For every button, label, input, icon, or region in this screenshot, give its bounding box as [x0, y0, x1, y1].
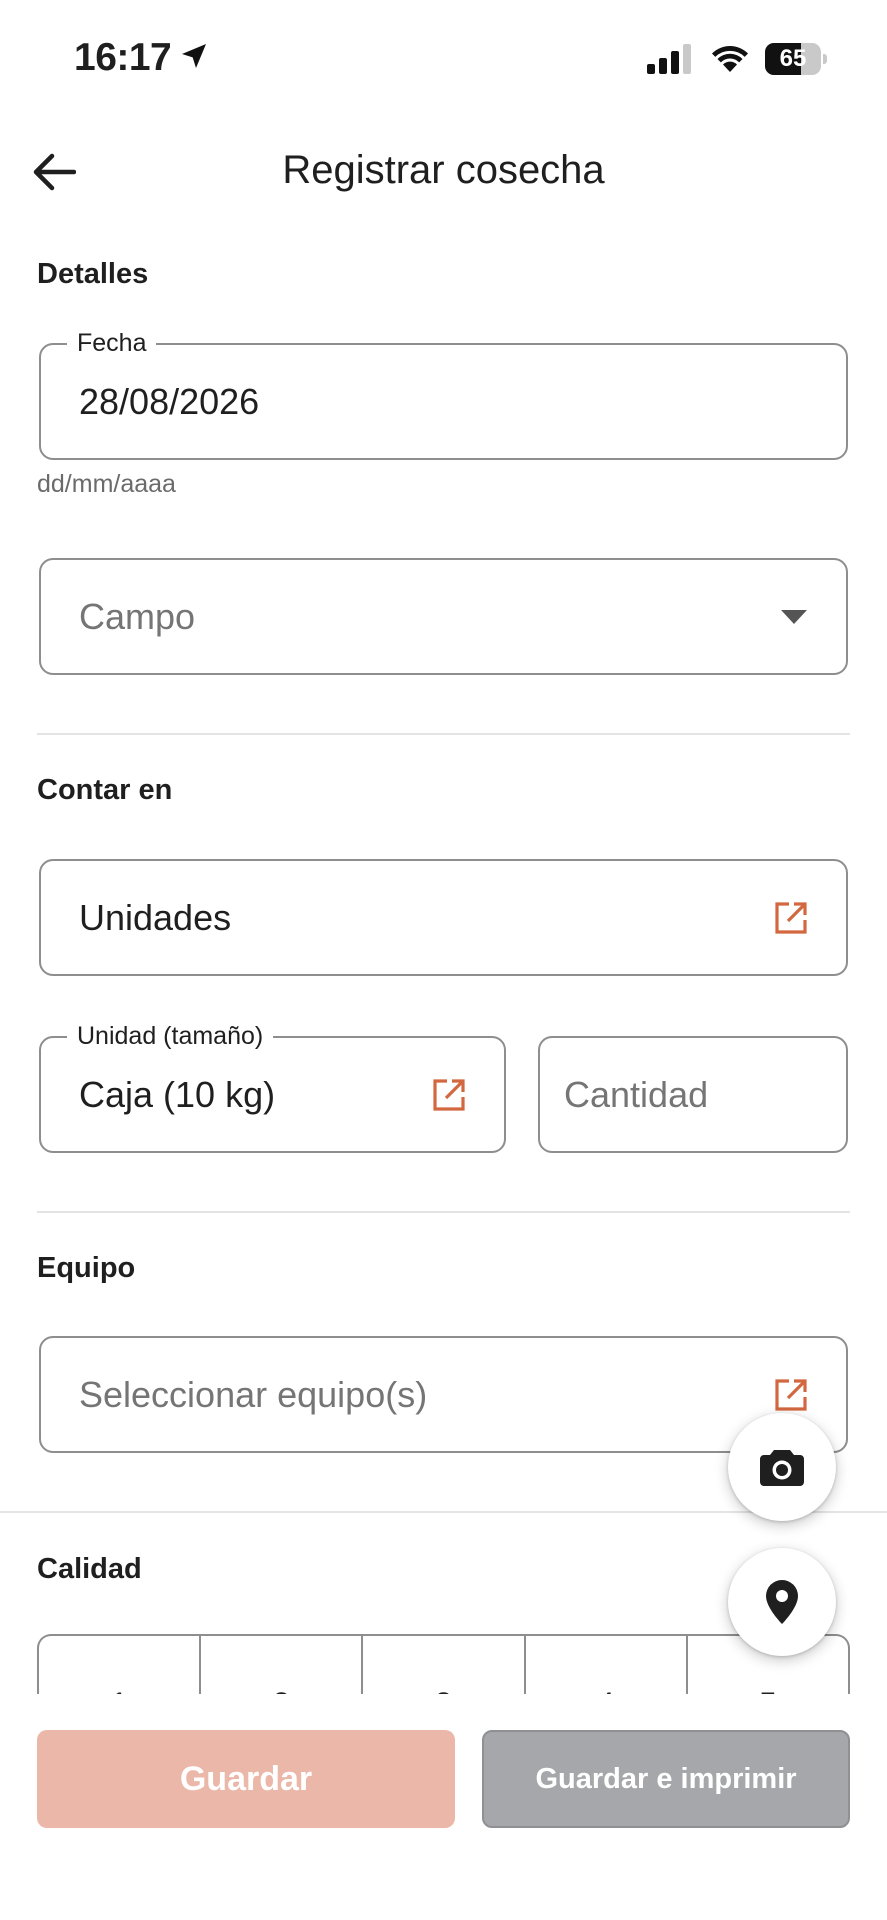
quantity-placeholder: Cantidad	[564, 1073, 709, 1115]
section-title-details: Detalles	[37, 258, 149, 290]
team-select[interactable]: Seleccionar equipo(s)	[39, 1336, 848, 1453]
open-external-icon[interactable]	[774, 1378, 808, 1412]
page-title: Registrar cosecha	[282, 148, 605, 192]
section-title-quality: Calidad	[37, 1553, 142, 1585]
camera-icon	[760, 1450, 804, 1486]
battery-indicator: 65	[765, 43, 827, 75]
camera-button[interactable]	[728, 1413, 836, 1521]
team-select-placeholder: Seleccionar equipo(s)	[79, 1373, 428, 1415]
date-field-value: 28/08/2026	[79, 380, 260, 422]
location-button[interactable]	[728, 1548, 836, 1656]
unit-size-field[interactable]: Unidad (tamaño) Caja (10 kg)	[39, 1020, 506, 1153]
open-external-icon[interactable]	[774, 901, 808, 935]
wifi-icon	[712, 46, 748, 72]
date-helper-text: dd/mm/aaaa	[37, 470, 176, 498]
section-title-count: Contar en	[37, 774, 173, 806]
field-select[interactable]: Campo	[39, 558, 848, 675]
open-external-icon[interactable]	[432, 1078, 466, 1112]
divider	[37, 1211, 850, 1213]
location-arrow-icon	[182, 44, 206, 68]
date-field[interactable]: Fecha 28/08/2026	[39, 327, 848, 460]
count-mode-field[interactable]: Unidades	[39, 859, 848, 976]
caret-down-icon	[781, 609, 807, 624]
status-time: 16:17	[74, 36, 172, 79]
save-and-print-button[interactable]: Guardar e imprimir	[482, 1730, 850, 1828]
map-pin-icon	[766, 1580, 798, 1624]
unit-size-value: Caja (10 kg)	[79, 1073, 276, 1115]
section-title-team: Equipo	[37, 1252, 136, 1284]
battery-percent: 65	[779, 45, 807, 72]
field-select-placeholder: Campo	[79, 595, 196, 637]
count-mode-value: Unidades	[79, 896, 232, 938]
divider	[37, 733, 850, 735]
save-button[interactable]: Guardar	[37, 1730, 455, 1828]
quantity-input[interactable]: Cantidad	[538, 1036, 848, 1153]
cellular-signal-icon	[647, 44, 691, 74]
bottom-action-bar: Guardar Guardar e imprimir	[0, 1694, 887, 1920]
